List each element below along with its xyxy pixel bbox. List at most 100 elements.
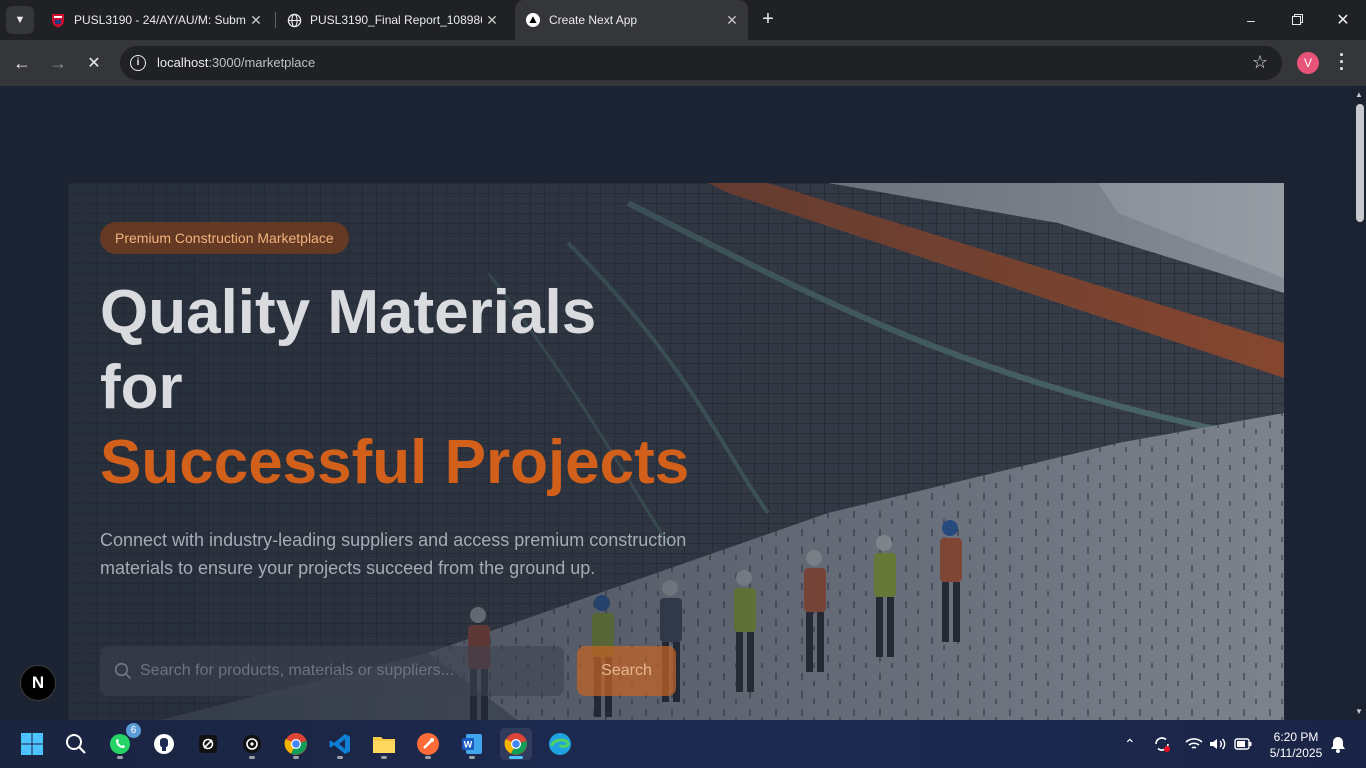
restore-button[interactable]	[1274, 0, 1320, 40]
nextjs-triangle-icon	[525, 12, 541, 28]
show-hidden-icons[interactable]: ⌃	[1124, 720, 1136, 768]
tab-pusl3190-submission[interactable]: PUSL3190 - 24/AY/AU/M: Submission ✕	[40, 6, 272, 34]
page-viewport: Premium Construction Marketplace Quality…	[0, 86, 1352, 720]
profile-avatar[interactable]: V	[1297, 52, 1319, 74]
edge-icon	[549, 733, 571, 755]
tab-search-button[interactable]: ▼	[6, 6, 34, 34]
back-button[interactable]: ←	[9, 50, 35, 76]
notifications-tray[interactable]	[1330, 720, 1346, 768]
chatgpt-icon	[243, 735, 261, 753]
hero-headline: Quality Materials for Successful Project…	[100, 275, 689, 500]
running-indicator	[117, 756, 123, 759]
headline-accent: Successful Projects	[100, 428, 690, 497]
url-text: localhost:3000/marketplace	[157, 55, 315, 70]
minimize-button[interactable]: –	[1228, 0, 1274, 40]
svg-text:W: W	[464, 740, 473, 750]
browser-tab-bar: ▼ PUSL3190 - 24/AY/AU/M: Submission ✕ PU…	[0, 0, 1366, 40]
nextjs-dev-indicator[interactable]: N	[20, 665, 56, 701]
tab-final-report[interactable]: PUSL3190_Final Report_10898634 ✕	[276, 6, 508, 34]
tab-title: PUSL3190 - 24/AY/AU/M: Submission	[74, 13, 246, 27]
stop-loading-button[interactable]: ✕	[81, 50, 107, 76]
running-indicator	[425, 756, 431, 759]
taskbar-chrome-active[interactable]	[500, 728, 532, 760]
search-input[interactable]	[140, 646, 550, 696]
chrome-icon	[504, 733, 527, 755]
taskbar-file-explorer[interactable]	[368, 728, 400, 760]
url-host: localhost	[157, 55, 209, 70]
taskbar-word[interactable]: W	[456, 728, 488, 760]
close-icon[interactable]: ✕	[482, 12, 502, 29]
more-menu-icon[interactable]: · · ·	[1336, 46, 1348, 78]
tab-create-next-app[interactable]: Create Next App ✕	[515, 0, 748, 40]
close-icon: ✕	[87, 55, 101, 72]
windows-logo-icon	[21, 733, 43, 755]
tab-title: PUSL3190_Final Report_10898634	[310, 13, 482, 27]
close-window-button[interactable]: ✕	[1320, 0, 1366, 40]
arrow-right-icon: →	[49, 52, 67, 73]
search-box	[100, 646, 564, 696]
wifi-tray[interactable]	[1185, 720, 1203, 768]
chevron-down-icon: ▼	[14, 14, 26, 26]
close-icon[interactable]: ✕	[722, 12, 742, 29]
vscode-icon	[329, 734, 350, 754]
scrollbar-thumb[interactable]	[1356, 104, 1364, 222]
speaker-icon	[1210, 738, 1226, 750]
taskbar-notion[interactable]	[192, 728, 224, 760]
close-icon: ✕	[1336, 12, 1350, 29]
taskbar-search-button[interactable]	[60, 728, 92, 760]
headline-line-1: Quality Materials	[100, 278, 597, 347]
chevron-up-icon: ⌃	[1124, 735, 1136, 752]
battery-tray[interactable]	[1234, 720, 1252, 768]
search-icon	[114, 662, 132, 680]
close-icon[interactable]: ✕	[246, 12, 266, 29]
arrow-left-icon: ←	[13, 52, 31, 73]
scroll-down-arrow-icon[interactable]: ▼	[1355, 707, 1363, 716]
search-button[interactable]: Search	[577, 646, 676, 696]
chrome-icon	[284, 733, 307, 755]
site-info-icon[interactable]: i	[130, 55, 146, 71]
running-indicator	[293, 756, 299, 759]
running-indicator	[469, 756, 475, 759]
taskbar-github-desktop[interactable]	[148, 728, 180, 760]
wifi-icon	[1185, 738, 1203, 749]
clock-date: 5/11/2025	[1269, 746, 1323, 760]
taskbar-chatgpt[interactable]	[236, 728, 268, 760]
minimize-icon: –	[1247, 12, 1255, 28]
plus-icon: +	[762, 8, 774, 30]
hero-section: Premium Construction Marketplace Quality…	[68, 183, 1284, 720]
tab-title: Create Next App	[549, 13, 638, 27]
taskbar-clock[interactable]: 6:20 PM 5/11/2025	[1262, 729, 1330, 761]
taskbar-edge[interactable]	[544, 728, 576, 760]
running-indicator	[509, 756, 523, 759]
taskbar-whatsapp[interactable]: 6	[104, 723, 141, 760]
bookmark-star-icon[interactable]: ☆	[1252, 52, 1268, 73]
clock-time: 6:20 PM	[1273, 730, 1319, 744]
address-bar[interactable]: i localhost:3000/marketplace ☆	[120, 46, 1282, 80]
folder-icon	[373, 737, 395, 753]
github-icon	[154, 734, 174, 754]
windows-update-tray[interactable]	[1153, 720, 1171, 768]
taskbar-vscode[interactable]	[324, 728, 356, 760]
page-scrollbar[interactable]: ▲ ▼	[1352, 86, 1366, 720]
taskbar-postman[interactable]	[412, 728, 444, 760]
university-crest-icon	[50, 12, 66, 28]
url-path: :3000/marketplace	[208, 55, 316, 70]
running-indicator	[381, 756, 387, 759]
headline-line-2: for	[100, 353, 183, 422]
running-indicator	[337, 756, 343, 759]
taskbar-chrome[interactable]	[280, 728, 312, 760]
bell-icon	[1331, 736, 1345, 753]
volume-tray[interactable]	[1209, 720, 1227, 768]
new-tab-button[interactable]: +	[756, 8, 780, 32]
hero-description: Connect with industry-leading suppliers …	[100, 530, 687, 578]
premium-badge: Premium Construction Marketplace	[100, 222, 349, 254]
restore-icon	[1291, 12, 1303, 28]
start-button[interactable]	[16, 728, 48, 760]
scroll-up-arrow-icon[interactable]: ▲	[1355, 90, 1363, 99]
forward-button[interactable]: →	[45, 50, 71, 76]
postman-icon	[417, 733, 439, 755]
app-icon	[199, 735, 217, 753]
globe-icon	[286, 12, 302, 28]
windows-taskbar: 6 W ⌃ 6:20 PM 5/11/2025	[0, 720, 1366, 768]
running-indicator	[249, 756, 255, 759]
